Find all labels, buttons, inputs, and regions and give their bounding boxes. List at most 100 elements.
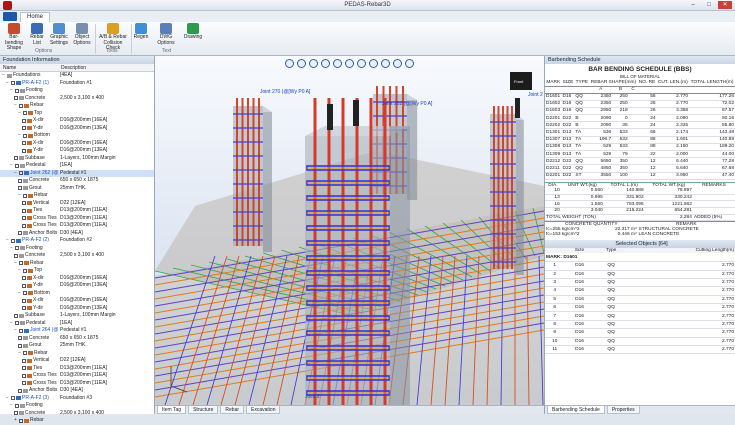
visibility-checkbox[interactable] [22, 276, 26, 281]
tab-item-tag[interactable]: Item Tag [157, 406, 187, 414]
bbs-row[interactable]: D2202 D22 B 2090 35 24 2.325 55.80 [545, 121, 735, 130]
tree-row[interactable]: Grout 25mm THK. [0, 185, 154, 193]
tree-row[interactable]: X-dir D16@200mm [16EA] [0, 140, 154, 148]
fit-icon[interactable] [381, 59, 390, 68]
visibility-checkbox[interactable] [22, 373, 26, 378]
bbs-row[interactable]: D2201 D22 B 2090 0 24 2.090 50.16 [545, 114, 735, 123]
tree-row[interactable]: Cross Ties 02D13@200mm [11EA] [0, 380, 154, 388]
move-icon[interactable] [345, 59, 354, 68]
minimize-button[interactable]: – [686, 1, 700, 9]
tree-row[interactable]: Subbase 1-Layers, 100mm Margin [0, 312, 154, 320]
tree-row[interactable]: Cross Ties 02D13@200mm [11EA] [0, 222, 154, 230]
visibility-checkbox[interactable] [14, 411, 18, 416]
object-options-button[interactable]: Object Options [71, 23, 93, 46]
tree-row[interactable]: −Joint 264 (@[Gt...Pedestal #1 [0, 327, 154, 335]
tree-row[interactable]: − Pedestal [1EA] [0, 320, 154, 328]
tree-row[interactable]: Ties D13@200mm [11EA] [0, 365, 154, 373]
tree-row[interactable]: − PR-A-F2 (1) Foundation #1 [0, 80, 154, 88]
tree-row[interactable]: Ties D13@200mm [11EA] [0, 207, 154, 215]
tree-row[interactable]: − PR-A-F2 (2) Foundation #2 [0, 237, 154, 245]
zoom-window-icon[interactable] [333, 59, 342, 68]
tab-barbending-schedule[interactable]: Barbending Schedule [547, 406, 605, 414]
regen-button[interactable]: Regen [132, 23, 150, 41]
tree-row[interactable]: − Pedestal [1EA] [0, 162, 154, 170]
selected-row[interactable]: 7 D16 QQ 2.770 [545, 311, 735, 321]
visibility-checkbox[interactable] [22, 216, 26, 221]
tree-row[interactable]: − Footing [0, 402, 154, 410]
graphic-settings-button[interactable]: Graphic Settings [48, 23, 70, 46]
tree-row[interactable]: − Bottom [0, 132, 154, 140]
bbs-row[interactable]: D1308 D13 TA 529 533 88 2.150 189.20 [545, 143, 735, 152]
tab-properties[interactable]: Properties [606, 406, 640, 414]
visibility-checkbox[interactable] [22, 358, 26, 363]
tab-structure[interactable]: Structure [188, 406, 219, 414]
tree-row[interactable]: Concrete 2,500 x 3,100 x 400 [0, 95, 154, 103]
bbs-row[interactable]: D1601 D16 QQ 2350 250 56 2.770 177.26 [545, 93, 735, 101]
selected-row[interactable]: 6 D16 QQ 2.770 [545, 303, 735, 313]
tree-row[interactable]: Vertical D22 [12EA] [0, 357, 154, 365]
drawing-button[interactable]: Drawing [182, 23, 204, 41]
group-row[interactable]: MARK: D1601 [545, 253, 735, 263]
tree-row[interactable]: − Rebar [0, 102, 154, 110]
visibility-checkbox[interactable] [22, 283, 26, 288]
visibility-checkbox[interactable] [23, 268, 27, 273]
tree-row[interactable]: Concrete 2,500 x 3,100 x 400 [0, 252, 154, 260]
tree-row[interactable]: Anchor Bolts D30 [4EA] [0, 230, 154, 238]
visibility-checkbox[interactable] [15, 321, 19, 326]
visibility-checkbox[interactable] [23, 291, 27, 296]
tree-row[interactable]: Y-dir D16@200mm [13EA] [0, 147, 154, 155]
tab-rebar[interactable]: Rebar [220, 406, 245, 414]
column-description[interactable]: Description [58, 64, 86, 71]
3d-viewport[interactable]: Joint 270 (@[Wy P0 A] Joint 262 (@[Wy P0 … [155, 56, 544, 405]
selected-row[interactable]: 8 D16 QQ 2.770 [545, 320, 735, 330]
tree-row[interactable]: − Bottom [0, 290, 154, 298]
tree-row[interactable]: −Joint 262 (@[Gt...Pedestal #1 [0, 169, 154, 177]
visibility-checkbox[interactable] [18, 186, 22, 191]
rebar-list-button[interactable]: Rebar List [27, 23, 47, 46]
tree-row[interactable]: Grout 25mm THK. [0, 342, 154, 350]
selected-row[interactable]: 1 D16 QQ 2.770 [545, 261, 735, 271]
visibility-checkbox[interactable] [15, 403, 19, 408]
selected-row[interactable]: 3 D16 QQ 2.770 [545, 278, 735, 288]
bbs-row[interactable]: D2212 D22 QQ 5650 350 12 6.440 77.28 [545, 157, 735, 166]
pan-icon[interactable] [297, 59, 306, 68]
tree-row[interactable]: X-dir D16@200mm [16EA] [0, 117, 154, 125]
tab-home[interactable]: Home [20, 12, 51, 22]
tree-row[interactable]: − Footing [0, 245, 154, 253]
maximize-button[interactable]: □ [702, 1, 716, 9]
tree-row[interactable]: Y-dir D16@200mm [13EA] [0, 305, 154, 313]
bbs-row[interactable]: D1307 D13 TA 196.7 532 88 1.601 140.89 [545, 136, 735, 144]
visibility-checkbox[interactable] [22, 223, 26, 228]
visibility-checkbox[interactable] [15, 246, 19, 251]
visibility-checkbox[interactable] [22, 366, 26, 371]
selected-row[interactable]: 11 D16 QQ 2.770 [545, 345, 735, 355]
tree-row[interactable]: Cross Ties 01D13@200mm [11EA] [0, 215, 154, 223]
tree-row[interactable]: Y-dir D16@200mm [13EA] [0, 125, 154, 133]
visibility-checkbox[interactable] [19, 103, 23, 108]
bbs-row[interactable]: D2201 D22 ST 3550 100 12 3.950 47.40 [545, 172, 735, 180]
visibility-checkbox[interactable] [18, 178, 22, 183]
tree-row[interactable]: − Top [0, 110, 154, 118]
dwg-options-button[interactable]: DWG Options [151, 23, 181, 46]
visibility-checkbox[interactable] [15, 163, 19, 168]
rebar-3d-model[interactable]: Joint 270 (@[Wy P0 A] Joint 262 (@[Wy P0 … [155, 56, 544, 405]
visibility-checkbox[interactable] [22, 381, 26, 386]
tree-row[interactable]: − Rebar [0, 350, 154, 358]
tree-row[interactable]: + Rebar [0, 417, 154, 425]
selected-row[interactable]: 10 D16 QQ 2.770 [545, 337, 735, 347]
visibility-checkbox[interactable] [22, 148, 26, 153]
visibility-checkbox[interactable] [22, 126, 26, 131]
tree-row[interactable]: X-dir D16@200mm [16EA] [0, 275, 154, 283]
bbs-row[interactable]: D1602 D16 QQ 2350 250 26 2.770 72.02 [545, 100, 735, 108]
view-icon[interactable] [393, 59, 402, 68]
tab-excavation[interactable]: Excavation [246, 406, 281, 414]
tree-row[interactable]: Subbase 1-Layers, 100mm Margin [0, 155, 154, 163]
visibility-checkbox[interactable] [23, 193, 27, 198]
visibility-checkbox[interactable] [22, 298, 26, 303]
visibility-checkbox[interactable] [18, 343, 22, 348]
tree-row[interactable]: Vertical D22 [12EA] [0, 200, 154, 208]
bar-bending-shape-button[interactable]: Bar-bending Shape [2, 23, 26, 52]
bbs-row[interactable]: D1309 D13 TA 529 79 22 2.000 44.00 [545, 150, 735, 159]
home-icon[interactable] [285, 59, 294, 68]
visibility-checkbox[interactable] [18, 336, 22, 341]
